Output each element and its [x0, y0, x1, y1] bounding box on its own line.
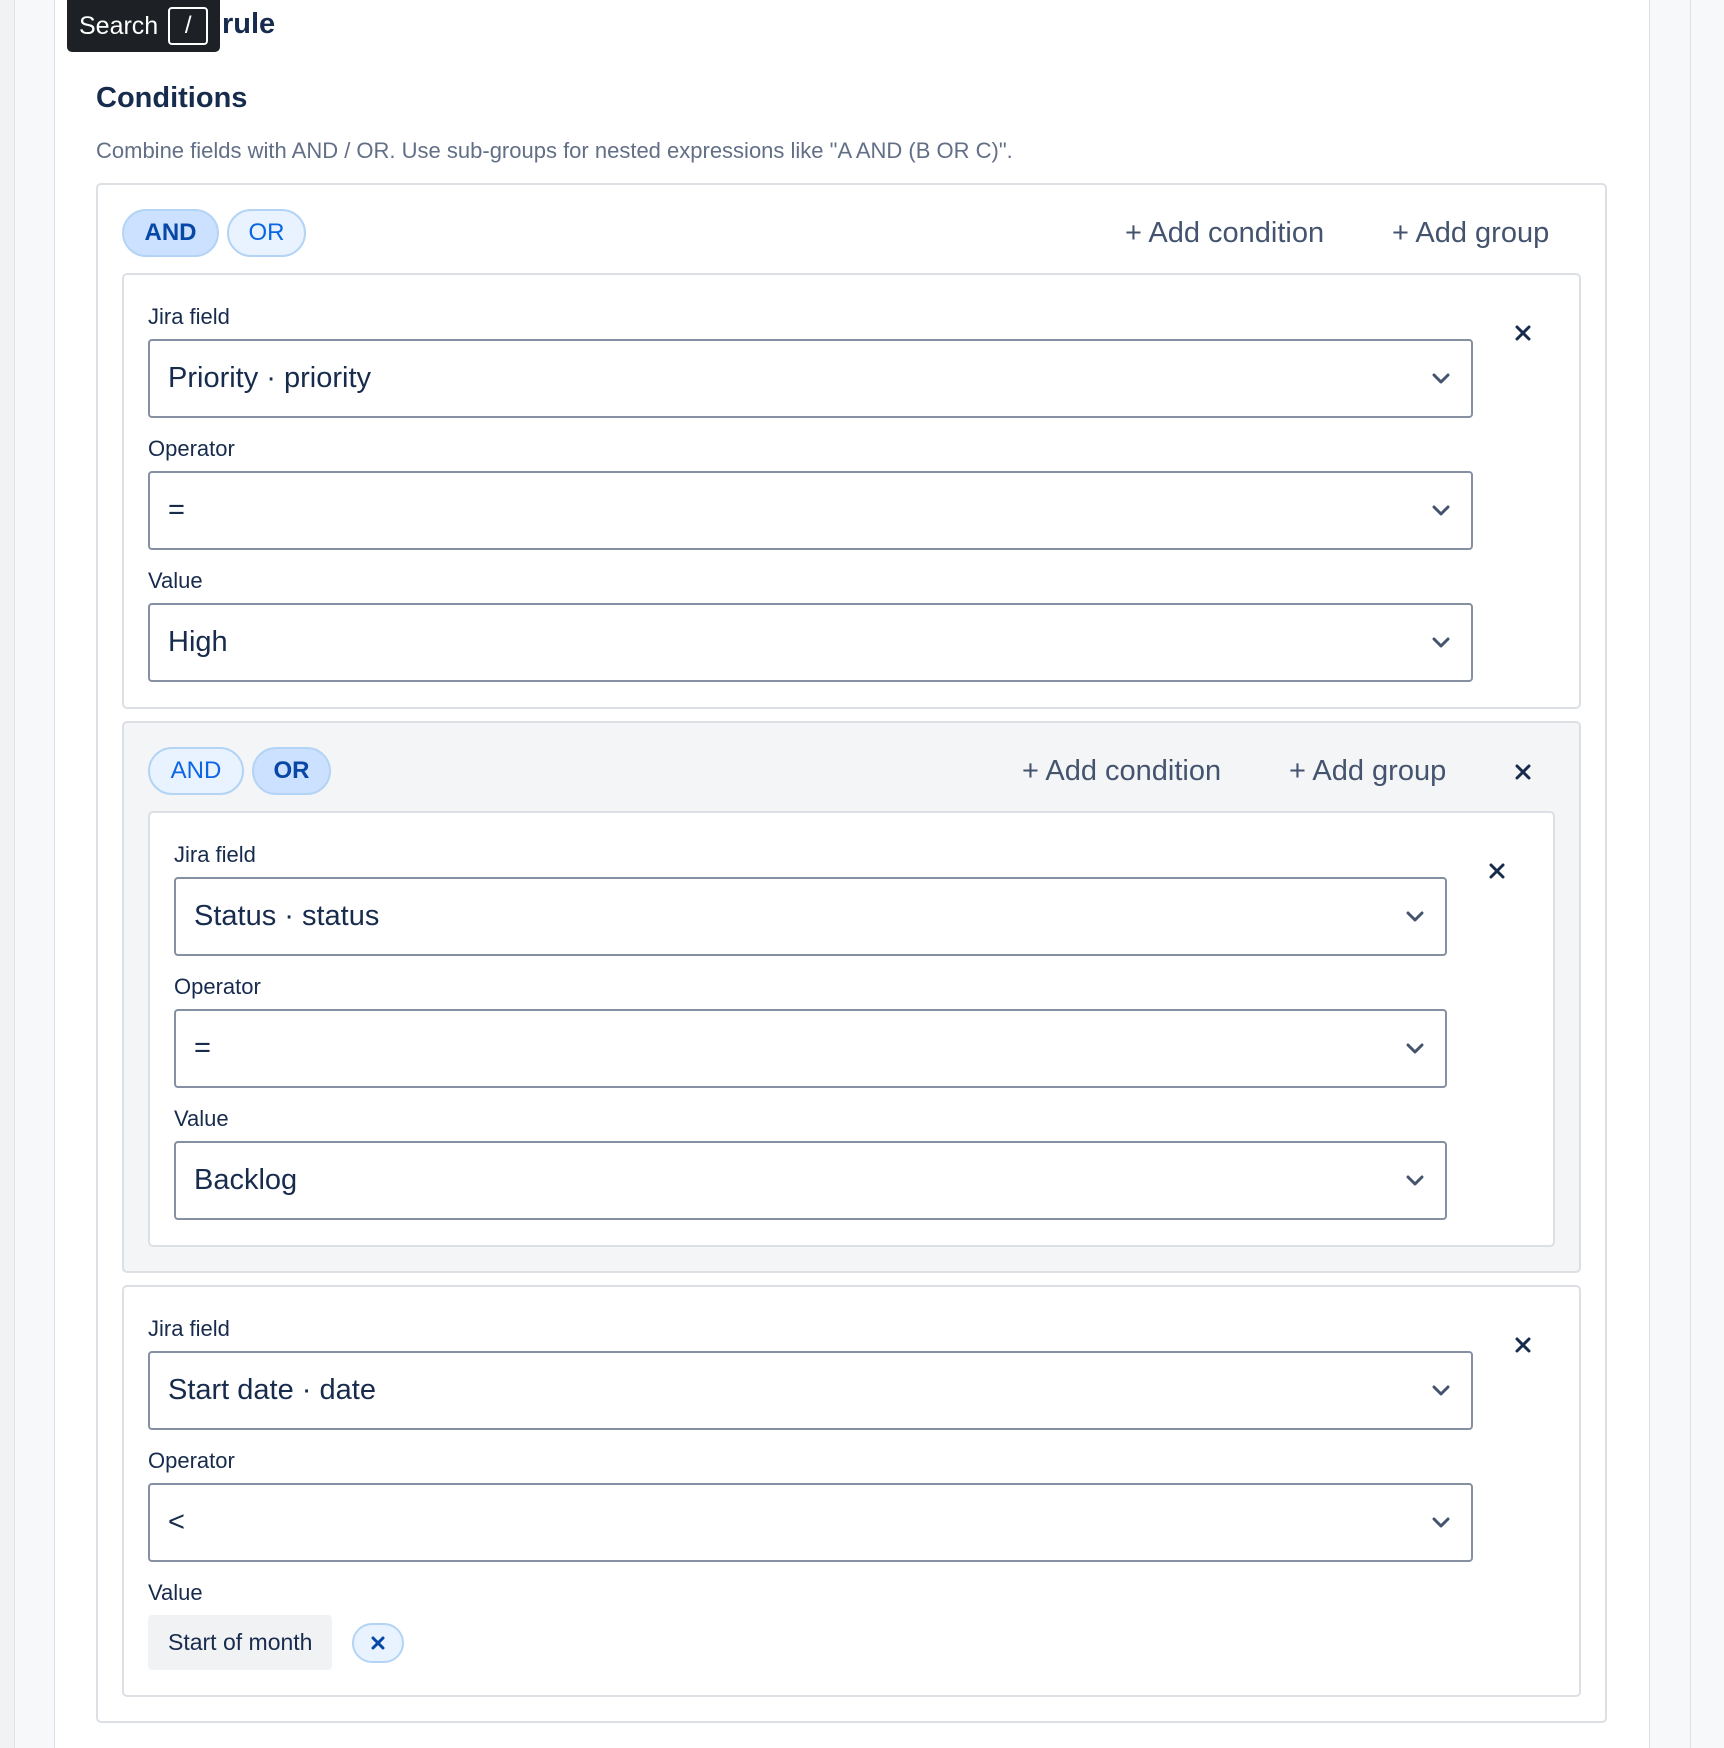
condition1-value-label: Value: [148, 568, 203, 593]
condition3-operator-label: Operator: [148, 1448, 235, 1473]
root-add-condition-button[interactable]: + Add condition: [1125, 217, 1324, 250]
subcondition-operator-select[interactable]: =: [174, 1009, 1447, 1088]
page-gutter-left: [0, 0, 15, 1748]
value-chip-start-of-month: Start of month: [148, 1615, 333, 1670]
conditions-title: Conditions: [96, 82, 248, 114]
subcondition-value-label: Value: [174, 1106, 229, 1131]
search-tooltip: Search /: [67, 0, 221, 52]
subcondition-field-select[interactable]: Status · status: [174, 877, 1447, 956]
value-chip-label: Start of month: [168, 1629, 313, 1655]
conditions-description: Combine fields with AND / OR. Use sub-gr…: [96, 138, 1013, 163]
condition1-operator-select[interactable]: =: [148, 471, 1473, 550]
root-add-group-button[interactable]: + Add group: [1392, 217, 1549, 250]
chevron-down-icon: [1429, 367, 1453, 391]
keyboard-shortcut: /: [168, 7, 209, 45]
condition3-field-select[interactable]: Start date · date: [148, 1351, 1473, 1430]
chevron-down-icon: [1429, 499, 1453, 523]
chevron-down-icon: [1403, 1037, 1427, 1061]
subgroup-or-toggle[interactable]: OR: [252, 747, 331, 795]
root-or-toggle[interactable]: OR: [227, 209, 306, 257]
close-icon[interactable]: [1508, 1330, 1538, 1360]
close-icon[interactable]: [1508, 318, 1538, 348]
remove-value-button[interactable]: [352, 1623, 404, 1663]
page-gutter-right: [1690, 0, 1724, 1748]
condition1-field-value: Priority · priority: [168, 362, 372, 394]
condition3-operator-value: <: [168, 1506, 185, 1538]
subcondition-field-label: Jira field: [174, 842, 256, 867]
subcondition-field-value: Status · status: [194, 900, 380, 932]
subgroup-add-condition-button[interactable]: + Add condition: [1022, 755, 1221, 788]
condition1-field-label: Jira field: [148, 304, 230, 329]
chevron-down-icon: [1429, 1379, 1453, 1403]
condition1-field-select[interactable]: Priority · priority: [148, 339, 1473, 418]
condition1-value-select[interactable]: High: [148, 603, 1473, 682]
condition3-field-value: Start date · date: [168, 1374, 376, 1406]
condition3-value-label: Value: [148, 1580, 203, 1605]
page-title: rule: [222, 8, 276, 40]
subcondition-value-value: Backlog: [194, 1164, 298, 1196]
close-icon: [371, 1636, 385, 1650]
condition3-operator-select[interactable]: <: [148, 1483, 1473, 1562]
condition3-field-label: Jira field: [148, 1316, 230, 1341]
chevron-down-icon: [1429, 631, 1453, 655]
chevron-down-icon: [1403, 905, 1427, 929]
condition1-value-value: High: [168, 626, 228, 658]
subgroup-add-group-button[interactable]: + Add group: [1289, 755, 1446, 788]
subcondition-value-select[interactable]: Backlog: [174, 1141, 1447, 1220]
subcondition-operator-value: =: [194, 1032, 211, 1064]
condition1-operator-value: =: [168, 494, 185, 526]
condition1-operator-label: Operator: [148, 436, 235, 461]
chevron-down-icon: [1429, 1511, 1453, 1535]
subgroup-and-toggle[interactable]: AND: [148, 747, 244, 795]
close-icon[interactable]: [1482, 856, 1512, 886]
close-icon[interactable]: [1508, 757, 1538, 787]
root-and-toggle[interactable]: AND: [122, 209, 219, 257]
chevron-down-icon: [1403, 1169, 1427, 1193]
subcondition-operator-label: Operator: [174, 974, 261, 999]
tooltip-label: Search: [79, 11, 159, 40]
